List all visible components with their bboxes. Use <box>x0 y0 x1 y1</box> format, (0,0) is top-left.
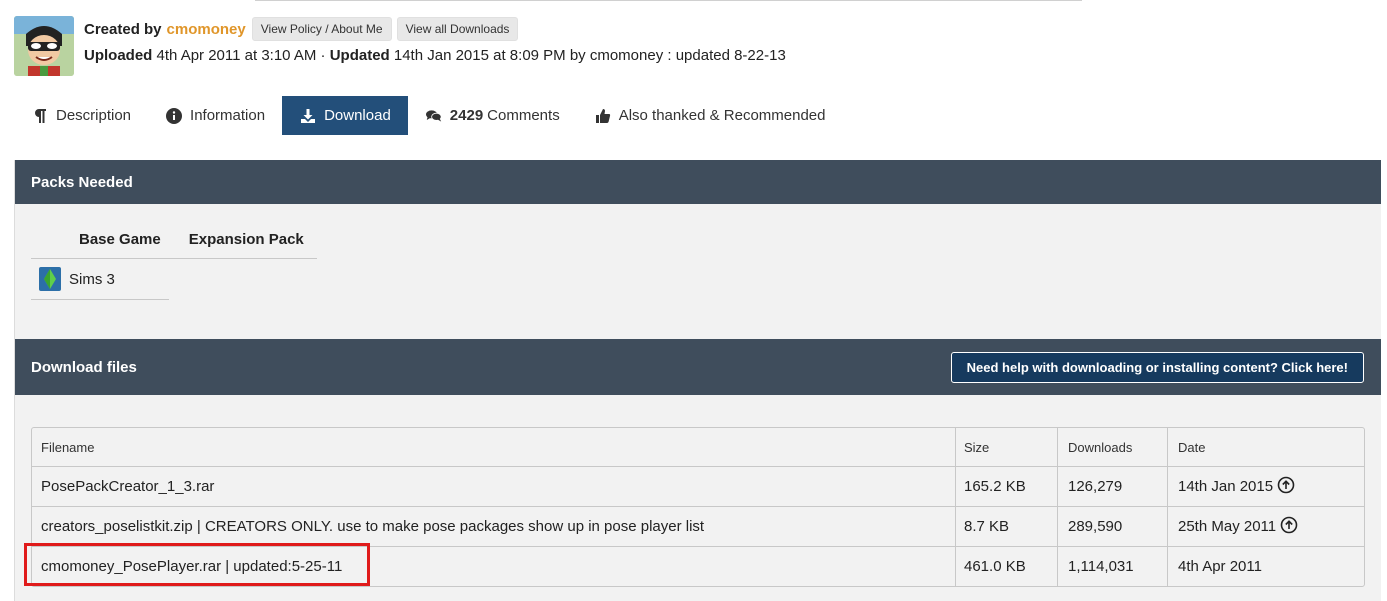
view-policy-button[interactable]: View Policy / About Me <box>251 17 392 41</box>
thumbs-up-icon <box>595 108 611 124</box>
download-icon <box>300 108 316 124</box>
file-size: 8.7 KB <box>964 518 1010 535</box>
created-by-label: Created by <box>84 20 162 38</box>
tab-comments-label: Comments <box>487 107 560 124</box>
uploaded-value: 4th Apr 2011 at 3:10 AM <box>156 47 317 64</box>
sims3-icon <box>39 267 61 291</box>
updated-value: 14th Jan 2015 at 8:09 PM by cmomoney : u… <box>393 47 786 64</box>
tab-description[interactable]: Description <box>14 96 148 135</box>
packs-table-header: Base Game Expansion Pack <box>31 220 317 259</box>
packs-needed-header: Packs Needed <box>15 160 1381 204</box>
comments-count: 2429 <box>449 107 484 124</box>
tab-also-thanked-label: Also thanked & Recommended <box>618 107 826 124</box>
download-count: 1,114,031 <box>1068 558 1134 575</box>
tab-also-thanked[interactable]: Also thanked & Recommended <box>577 96 843 135</box>
info-icon <box>166 107 183 124</box>
file-link[interactable]: creators_poselistkit.zip | CREATORS ONLY… <box>41 518 704 535</box>
download-table-header: Filename Size Downloads Date <box>32 428 1364 466</box>
comments-icon <box>425 108 442 124</box>
date-column-header[interactable]: Date <box>1168 428 1364 466</box>
updated-arrow-icon <box>1280 516 1298 538</box>
tab-information[interactable]: Information <box>148 96 282 135</box>
download-panel: Packs Needed Base Game Expansion Pack Si… <box>14 160 1381 601</box>
tab-download[interactable]: Download <box>282 96 408 135</box>
file-size: 165.2 KB <box>964 478 1026 495</box>
tab-bar: Description Information Download 2429 Co… <box>14 96 1380 135</box>
top-divider <box>255 0 1082 1</box>
updated-label: Updated <box>329 47 390 64</box>
tab-description-label: Description <box>56 107 132 124</box>
paragraph-icon <box>32 108 48 124</box>
download-count: 126,279 <box>1068 478 1123 495</box>
view-all-downloads-button[interactable]: View all Downloads <box>396 17 519 41</box>
creator-row: Created by cmomoney View Policy / About … <box>84 17 523 41</box>
highlight-box <box>24 543 370 586</box>
table-row: PosePackCreator_1_3.rar 165.2 KB 126,279… <box>32 466 1364 506</box>
expansion-pack-header: Expansion Pack <box>188 230 304 248</box>
download-files-title: Download files <box>31 358 137 376</box>
uploaded-label: Uploaded <box>84 47 153 64</box>
filename-column-header[interactable]: Filename <box>32 428 956 466</box>
tab-comments[interactable]: 2429 Comments <box>408 96 577 135</box>
base-game-value: Sims 3 <box>69 270 115 288</box>
downloads-column-header[interactable]: Downloads <box>1058 428 1168 466</box>
file-link[interactable]: PosePackCreator_1_3.rar <box>41 478 214 495</box>
upload-info: Uploaded 4th Apr 2011 at 3:10 AM · Updat… <box>84 47 786 64</box>
download-files-header: Download files Need help with downloadin… <box>15 339 1381 395</box>
file-date: 14th Jan 2015 <box>1178 478 1274 495</box>
creator-avatar[interactable] <box>14 16 74 76</box>
table-row: creators_poselistkit.zip | CREATORS ONLY… <box>32 506 1364 546</box>
separator: · <box>320 47 326 64</box>
creator-link[interactable]: cmomoney <box>167 21 246 38</box>
size-column-header[interactable]: Size <box>956 428 1058 466</box>
download-count: 289,590 <box>1068 518 1123 535</box>
tab-download-label: Download <box>324 107 391 124</box>
base-game-header: Base Game <box>79 230 161 248</box>
packs-table: Base Game Expansion Pack Sims 3 <box>31 220 317 300</box>
updated-arrow-icon <box>1277 476 1295 498</box>
file-date: 4th Apr 2011 <box>1178 558 1262 575</box>
packs-needed-title: Packs Needed <box>31 173 133 191</box>
file-size: 461.0 KB <box>964 558 1026 575</box>
download-help-button[interactable]: Need help with downloading or installing… <box>950 351 1364 383</box>
file-date: 25th May 2011 <box>1178 518 1277 535</box>
tab-information-label: Information <box>190 107 266 124</box>
packs-row: Sims 3 <box>31 259 169 300</box>
